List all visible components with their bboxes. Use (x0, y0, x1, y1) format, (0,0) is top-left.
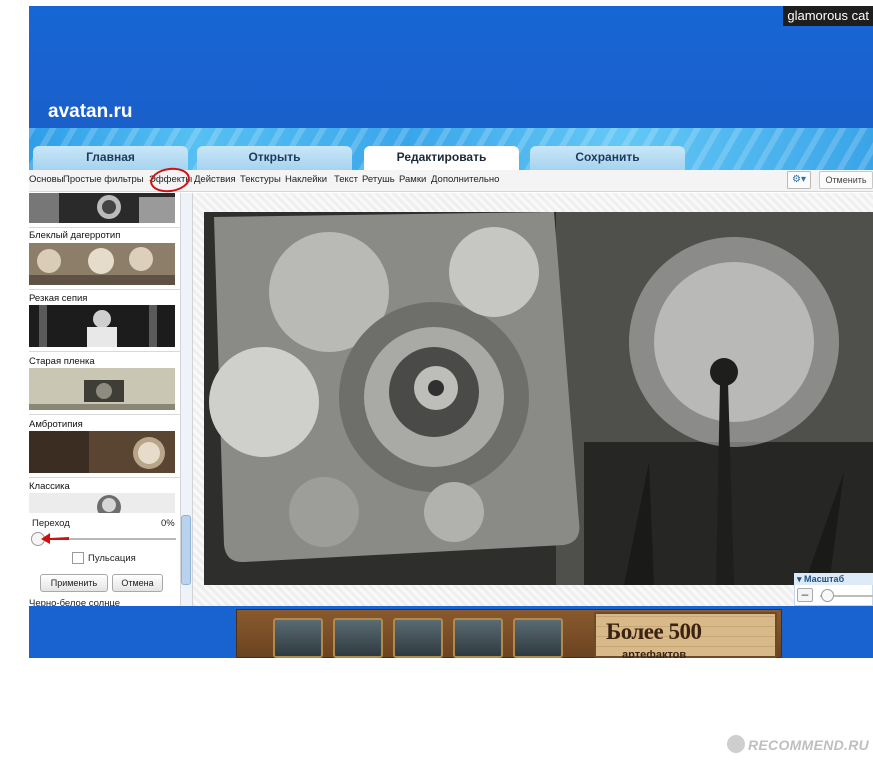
pulsation-label: Пульсация (88, 553, 136, 564)
menu-simple-filters[interactable]: Простые фильтры (63, 174, 144, 185)
transition-value: 0% (161, 518, 175, 529)
effect-thumbnail-ambrotype[interactable] (29, 431, 175, 473)
separator (29, 414, 181, 415)
zoom-out-button[interactable]: – (797, 588, 813, 602)
effect-label[interactable]: Амбротипия (29, 419, 83, 430)
menu-retouch[interactable]: Ретушь (362, 174, 395, 185)
arrow-annotation-icon (41, 533, 69, 544)
recommend-logo-icon (727, 735, 745, 753)
zoom-title-label: Масштаб (804, 574, 845, 584)
menu-actions[interactable]: Действия (194, 174, 236, 185)
separator (29, 477, 181, 478)
menu-textures[interactable]: Текстуры (240, 174, 281, 185)
effect-label[interactable]: Классика (29, 481, 70, 492)
editor-page: { "header": { "user": "glamorous cat", "… (0, 0, 873, 768)
effect-thumbnail-classic[interactable] (29, 493, 175, 513)
ad-item-icon (393, 618, 443, 658)
edited-photo[interactable] (204, 212, 873, 585)
cancel-button[interactable]: Отмена (112, 574, 163, 592)
undo-button[interactable]: Отменить (819, 171, 873, 189)
user-name[interactable]: glamorous cat (783, 6, 873, 26)
watermark: RECOMMEND.RU (748, 737, 870, 753)
effect-thumbnail-old-film[interactable] (29, 368, 175, 410)
transition-label: Переход (32, 518, 70, 529)
effect-label[interactable]: Старая пленка (29, 356, 95, 367)
effect-label[interactable]: Черно-белое солнце (29, 598, 120, 606)
menu-text[interactable]: Текст (334, 174, 358, 185)
tab-save[interactable]: Сохранить (530, 146, 685, 170)
separator (29, 227, 181, 228)
tab-home[interactable]: Главная (33, 146, 188, 170)
pulsation-checkbox[interactable] (72, 552, 84, 564)
ad-item-icon (333, 618, 383, 658)
menu-frames[interactable]: Рамки (399, 174, 426, 185)
settings-gear-button[interactable]: ⚙▾ (787, 171, 811, 189)
effect-thumbnail-sharp-sepia[interactable] (29, 305, 175, 347)
menu-extra[interactable]: Дополнительно (431, 174, 499, 185)
site-logo[interactable]: avatan.ru (48, 101, 132, 123)
ad-subtitle: артефактов (622, 649, 687, 658)
effect-thumbnail-top[interactable] (29, 193, 175, 223)
triangle-down-icon[interactable]: ▾ (797, 574, 804, 584)
zoom-title: ▾ Масштаб (794, 573, 873, 585)
ad-headline: Более 500 (606, 619, 702, 644)
ad-item-icon (273, 618, 323, 658)
tab-edit[interactable]: Редактировать (364, 146, 519, 172)
effect-label[interactable]: Блеклый дагерротип (29, 230, 120, 241)
scrollbar-thumb[interactable] (181, 515, 191, 585)
apply-button[interactable]: Применить (40, 574, 108, 592)
menu-stickers[interactable]: Наклейки (285, 174, 327, 185)
separator (29, 351, 181, 352)
separator (29, 289, 181, 290)
zoom-slider-handle[interactable] (821, 589, 834, 602)
ad-item-icon (513, 618, 563, 658)
ad-item-icon (453, 618, 503, 658)
effect-thumbnail-faded-daguerreotype[interactable] (29, 243, 175, 285)
gear-icon: ⚙▾ (792, 174, 806, 185)
menu-basics[interactable]: Основы (29, 174, 64, 185)
site-header: glamorous cat avatan.ru (29, 6, 873, 130)
tab-open[interactable]: Открыть (197, 146, 352, 170)
effect-label[interactable]: Резкая сепия (29, 293, 87, 304)
